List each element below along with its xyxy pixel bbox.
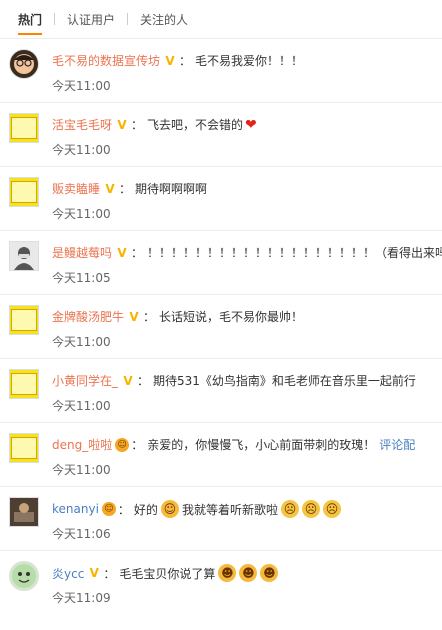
comment-text-part-a: 好的 bbox=[133, 502, 158, 517]
avatar[interactable] bbox=[9, 113, 39, 143]
timestamp: 今天11:06 bbox=[52, 527, 111, 541]
verified-icon: V bbox=[89, 566, 99, 580]
comment-row: 炎ycc V ： 毛毛宝贝你说了算 ☻ ☻ ☻ 今天11:09 bbox=[0, 551, 442, 614]
colon: ： bbox=[103, 566, 116, 581]
colon: ： bbox=[143, 310, 156, 324]
comment-row: 是鳗越莓吗 V ： ！！！！！！！！！！！！！！！！！！！（看得出来吗 今天11… bbox=[0, 231, 442, 295]
smile-emoji-icon: ☺ bbox=[160, 500, 179, 518]
sticker-image bbox=[11, 373, 37, 395]
colon: ： bbox=[119, 182, 132, 196]
colon: ： bbox=[179, 54, 192, 68]
tab-hot[interactable]: 热门 bbox=[14, 0, 54, 38]
verified-icon: V bbox=[129, 309, 139, 324]
verified-icon: V bbox=[105, 181, 115, 196]
comment-text: 期待啊啊啊啊 bbox=[135, 182, 208, 196]
username[interactable]: kenanyi bbox=[52, 502, 99, 516]
timestamp: 今天11:00 bbox=[52, 335, 111, 349]
photo-icon bbox=[10, 498, 38, 526]
comment-text: 飞去吧，不会错的 bbox=[147, 118, 244, 132]
timestamp: 今天11:05 bbox=[52, 271, 111, 285]
timestamp: 今天11:00 bbox=[52, 207, 111, 221]
avatar[interactable] bbox=[9, 497, 39, 527]
timestamp: 今天11:00 bbox=[52, 143, 111, 157]
tab-following[interactable]: 关注的人 bbox=[128, 0, 200, 38]
verified-icon: V bbox=[165, 53, 175, 68]
colon: ： bbox=[131, 438, 144, 452]
cry-emoji-icon: ☹ bbox=[322, 500, 341, 518]
comment-text: 毛毛宝贝你说了算 bbox=[119, 566, 216, 581]
avatar[interactable] bbox=[9, 177, 39, 207]
comment-text: 毛不易我爱你！！！ bbox=[195, 54, 304, 68]
verified-icon: V bbox=[123, 373, 133, 388]
timestamp: 今天11:00 bbox=[52, 463, 111, 477]
comment-filter-tabs: 热门 认证用户 关注的人 bbox=[0, 0, 442, 39]
heart-icon: ❤ bbox=[245, 116, 257, 133]
colon: ： bbox=[117, 502, 130, 517]
verified-icon: V bbox=[117, 117, 127, 132]
emoji-badge-icon: ☺ bbox=[101, 502, 116, 516]
username[interactable]: deng_啦啦 bbox=[52, 436, 112, 453]
comment-row: 贩卖瞌睡 V ： 期待啊啊啊啊 今天11:00 bbox=[0, 167, 442, 231]
colon: ： bbox=[137, 374, 150, 388]
colon: ： bbox=[131, 246, 144, 260]
laugh-emoji-icon: ☻ bbox=[239, 564, 258, 582]
comment-text: 期待531《幼鸟指南》和毛老师在音乐里一起前行 bbox=[153, 374, 416, 388]
sticker-image bbox=[11, 181, 37, 203]
emoji-badge-icon: ☺ bbox=[115, 437, 130, 452]
username[interactable]: 小黄同学在_ bbox=[52, 372, 118, 389]
sticker-image bbox=[11, 437, 37, 459]
comment-list: 毛不易的数据宣传坊 V ： 毛不易我爱你！！！ 今天11:00 活宝毛毛呀 V … bbox=[0, 39, 442, 614]
comment-link[interactable]: 评论配 bbox=[379, 436, 415, 453]
timestamp: 今天11:09 bbox=[52, 591, 111, 605]
cartoon-icon bbox=[12, 564, 36, 588]
comment-row: 金牌酸汤肥牛 V ： 长话短说，毛不易你最帅！ 今天11:00 bbox=[0, 295, 442, 359]
face-icon bbox=[14, 54, 34, 74]
comment-row: 活宝毛毛呀 V ： 飞去吧，不会错的 ❤ 今天11:00 bbox=[0, 103, 442, 167]
username[interactable]: 炎ycc bbox=[52, 565, 84, 582]
username[interactable]: 金牌酸汤肥牛 bbox=[52, 308, 124, 325]
avatar[interactable] bbox=[9, 49, 39, 79]
verified-icon: V bbox=[117, 245, 127, 260]
comment-text-part-b: 我就等着听新歌啦 bbox=[181, 502, 278, 517]
avatar[interactable] bbox=[9, 369, 39, 399]
cry-emoji-icon: ☹ bbox=[280, 500, 299, 518]
comment-row: kenanyi ☺ ： 好的 ☺ 我就等着听新歌啦 ☹ ☹ ☹ 今天11:06 bbox=[0, 487, 442, 551]
avatar[interactable] bbox=[9, 241, 39, 271]
username[interactable]: 毛不易的数据宣传坊 bbox=[52, 52, 160, 69]
username[interactable]: 活宝毛毛呀 bbox=[52, 116, 112, 133]
comment-text: 亲爱的，你慢慢飞，小心前面带刺的玫瑰！ bbox=[147, 438, 376, 452]
person-icon bbox=[14, 247, 34, 270]
timestamp: 今天11:00 bbox=[52, 399, 111, 413]
comment-text: 长话短说，毛不易你最帅！ bbox=[159, 310, 304, 324]
cry-emoji-icon: ☹ bbox=[301, 500, 320, 518]
sticker-image bbox=[11, 117, 37, 139]
avatar[interactable] bbox=[9, 433, 39, 463]
comment-row: 毛不易的数据宣传坊 V ： 毛不易我爱你！！！ 今天11:00 bbox=[0, 39, 442, 103]
colon: ： bbox=[131, 118, 144, 132]
tab-verified-users[interactable]: 认证用户 bbox=[55, 0, 127, 38]
avatar[interactable] bbox=[9, 305, 39, 335]
laugh-emoji-icon: ☻ bbox=[260, 564, 279, 582]
comment-row: 小黄同学在_ V ： 期待531《幼鸟指南》和毛老师在音乐里一起前行 今天11:… bbox=[0, 359, 442, 423]
comment-text: ！！！！！！！！！！！！！！！！！！！（看得出来吗 bbox=[147, 246, 442, 260]
avatar[interactable] bbox=[9, 561, 39, 591]
username[interactable]: 贩卖瞌睡 bbox=[52, 180, 100, 197]
sticker-image bbox=[11, 309, 37, 331]
laugh-emoji-icon: ☻ bbox=[218, 564, 237, 582]
username[interactable]: 是鳗越莓吗 bbox=[52, 244, 112, 261]
timestamp: 今天11:00 bbox=[52, 79, 111, 93]
comment-row: deng_啦啦 ☺ ： 亲爱的，你慢慢飞，小心前面带刺的玫瑰！ 评论配 今天11… bbox=[0, 423, 442, 487]
